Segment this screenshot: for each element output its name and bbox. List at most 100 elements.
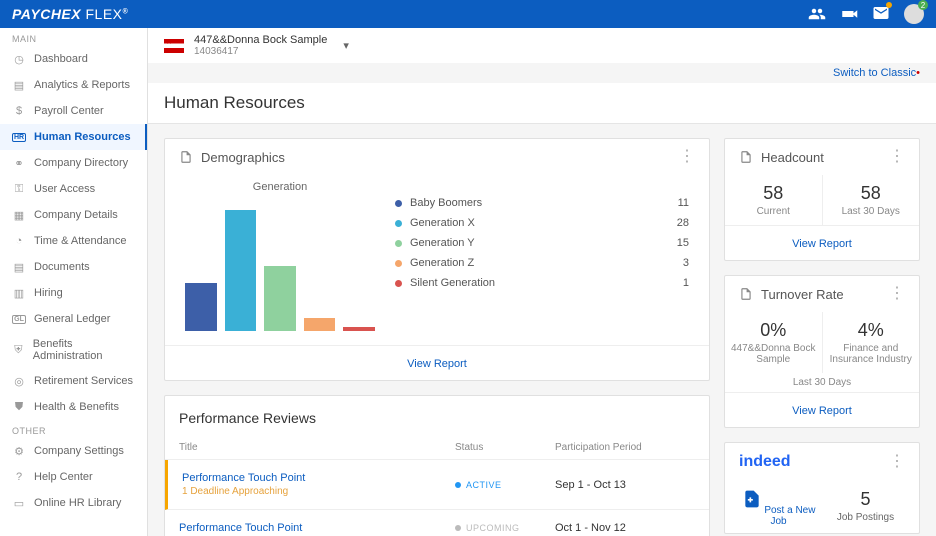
indeed-logo: indeed [739, 453, 791, 471]
mail-button[interactable] [872, 4, 890, 25]
legend-row: Silent Generation1 [395, 277, 689, 289]
sidebar-item-health-benefits[interactable]: ⛊ Health & Benefits [0, 394, 147, 420]
sidebar: MAIN ◷Dashboard▤Analytics & Reports$Payr… [0, 28, 148, 536]
gear-icon: ⚙ [12, 444, 26, 458]
user-avatar[interactable]: 2 [904, 4, 924, 24]
view-report-link[interactable]: View Report [792, 405, 852, 417]
account-dropdown[interactable]: ▾ [343, 39, 349, 52]
headcount-last: 58 [827, 183, 916, 204]
legend-label: Generation Y [410, 237, 669, 249]
doc-icon: ▤ [12, 260, 26, 274]
sidebar-item-retirement-services[interactable]: ◎Retirement Services [0, 368, 147, 394]
app-header: PAYCHEX FLEX® 2 [0, 0, 936, 28]
notification-dot [886, 2, 892, 8]
more-menu[interactable]: ⋮ [889, 149, 905, 165]
bar-silent-generation [343, 327, 375, 331]
col-period: Participation Period [555, 442, 695, 453]
perf-title-link[interactable]: Performance Touch Point [182, 472, 455, 484]
col-status: Status [455, 442, 555, 453]
view-report-link[interactable]: View Report [792, 238, 852, 250]
account-bar: 447&&Donna Bock Sample 14036417 ▾ [148, 28, 936, 63]
indeed-card: indeed ⋮ Post a New Job 5 Job Postings [724, 442, 920, 534]
document-icon [739, 287, 753, 301]
brand-suffix: FLEX [86, 6, 123, 22]
col-title: Title [179, 442, 455, 453]
sidebar-item-company-directory[interactable]: ⚭Company Directory [0, 150, 147, 176]
sidebar-item-help-center[interactable]: ? Help Center [0, 464, 147, 490]
legend-dot [395, 200, 402, 207]
post-job-button[interactable]: Post a New Job [735, 489, 822, 527]
sidebar-item-user-access[interactable]: ⚿User Access [0, 176, 147, 202]
sidebar-item-general-ledger[interactable]: GLGeneral Ledger [0, 306, 147, 332]
sidebar-item-payroll-center[interactable]: $ Payroll Center [0, 98, 147, 124]
turnover-caption: Last 30 Days [725, 373, 919, 392]
sidebar-item-analytics-reports[interactable]: ▤Analytics & Reports [0, 72, 147, 98]
legend-dot [395, 240, 402, 247]
sidebar-item-label: Payroll Center [34, 105, 104, 117]
legend-row: Generation X28 [395, 217, 689, 229]
book-icon: ▭ [12, 496, 26, 510]
perf-title: Performance Reviews [165, 396, 709, 436]
classic-bar: Switch to Classic• [148, 63, 936, 83]
help-icon: ? [12, 470, 26, 484]
perf-status: ACTIVE [455, 480, 555, 490]
perf-deadline: 1 Deadline Approaching [182, 486, 455, 497]
sidebar-item-label: Documents [34, 261, 90, 273]
legend-row: Generation Z3 [395, 257, 689, 269]
sidebar-item-company-details[interactable]: ▦Company Details [0, 202, 147, 228]
people-icon[interactable] [808, 5, 826, 23]
post-job-icon [742, 489, 762, 509]
sidebar-section-other: OTHER [0, 420, 147, 438]
perf-row[interactable]: Performance Touch PointUPCOMINGOct 1 - N… [165, 510, 709, 536]
sidebar-item-label: Dashboard [34, 53, 88, 65]
perf-status: UPCOMING [455, 523, 555, 533]
sidebar-item-online-hr-library[interactable]: ▭Online HR Library [0, 490, 147, 516]
bar-generation-y [264, 266, 296, 331]
main-area: 447&&Donna Bock Sample 14036417 ▾ Switch… [148, 28, 936, 536]
clock-icon: ◔ [12, 234, 26, 248]
sidebar-item-benefits-administration[interactable]: ⛨Benefits Administration [0, 332, 147, 368]
legend-row: Generation Y 15 [395, 237, 689, 249]
sidebar-item-label: General Ledger [34, 313, 110, 325]
more-menu[interactable]: ⋮ [889, 454, 905, 470]
sidebar-item-label: Human Resources [34, 131, 131, 143]
view-report-link[interactable]: View Report [407, 358, 467, 370]
legend-label: Baby Boomers [410, 197, 670, 209]
sidebar-item-label: Help Center [34, 471, 93, 483]
generation-chart: Generation [185, 181, 375, 331]
legend-dot [395, 220, 402, 227]
sidebar-item-time-attendance[interactable]: ◔ Time & Attendance [0, 228, 147, 254]
more-menu[interactable]: ⋮ [679, 149, 695, 165]
perf-title-link[interactable]: Performance Touch Point [179, 522, 455, 534]
legend-label: Generation X [410, 217, 669, 229]
sidebar-item-hiring[interactable]: ▥Hiring [0, 280, 147, 306]
sidebar-item-label: Time & Attendance [34, 235, 127, 247]
sidebar-item-dashboard[interactable]: ◷ Dashboard [0, 46, 147, 72]
headcount-current: 58 [729, 183, 818, 204]
more-menu[interactable]: ⋮ [889, 286, 905, 302]
perf-row[interactable]: Performance Touch Point 1 Deadline Approa… [165, 460, 709, 510]
headcount-card: Headcount ⋮ 58Current 58Last 30 Days Vie… [724, 138, 920, 261]
sidebar-item-label: Analytics & Reports [34, 79, 130, 91]
document-icon [739, 150, 753, 164]
legend-value: 15 [677, 237, 689, 249]
performance-card: Performance Reviews Title Status Partici… [164, 395, 710, 536]
sidebar-item-documents[interactable]: ▤ Documents [0, 254, 147, 280]
page-title-bar: Human Resources [148, 83, 936, 124]
speedometer-icon: ◷ [12, 52, 26, 66]
shield2-icon: ⛊ [12, 400, 26, 414]
perf-period: Sep 1 - Oct 13 [555, 479, 695, 491]
chart-title: Generation [185, 181, 375, 193]
turnover-card: Turnover Rate ⋮ 0%447&&Donna Bock Sample… [724, 275, 920, 428]
switch-classic-link[interactable]: Switch to Classic [833, 67, 916, 79]
card-title: Demographics [201, 150, 285, 165]
sidebar-item-company-settings[interactable]: ⚙Company Settings [0, 438, 147, 464]
megaphone-icon[interactable] [840, 5, 858, 23]
sidebar-item-human-resources[interactable]: HRHuman Resources [0, 124, 147, 150]
sidebar-item-label: Health & Benefits [34, 401, 119, 413]
job-postings-stat[interactable]: 5 Job Postings [822, 489, 909, 527]
card-title: Headcount [761, 150, 824, 165]
legend-dot [395, 260, 402, 267]
shield-icon: ⛨ [12, 343, 25, 357]
dollar-icon: $ [12, 104, 26, 118]
